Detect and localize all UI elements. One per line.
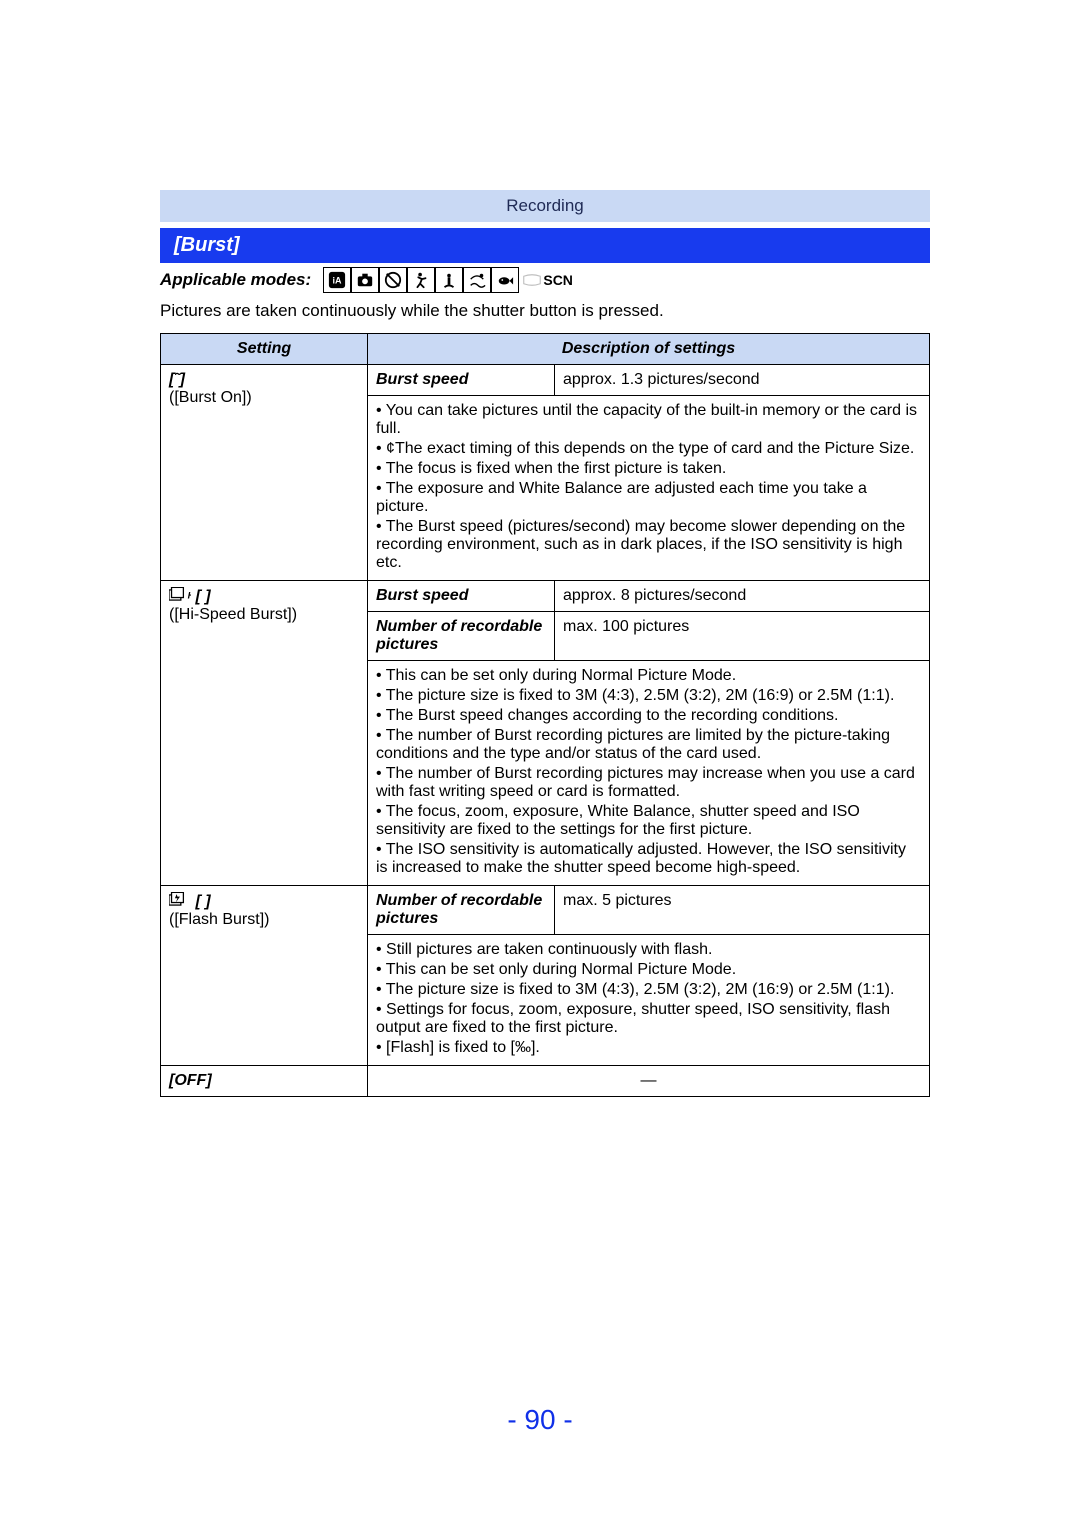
hispeed-sub: ([Hi-Speed Burst]): [169, 606, 297, 623]
burst-speed-value: approx. 1.3 pictures/second: [555, 365, 930, 396]
table-row: [˜] ([Burst On]) Burst speed approx. 1.3…: [161, 365, 930, 396]
table-row: [OFF] —: [161, 1066, 930, 1097]
hispeed-speed-value: approx. 8 pictures/second: [555, 581, 930, 612]
flashburst-count-value: max. 5 pictures: [555, 886, 930, 935]
flashburst-notes: • Still pictures are taken continuously …: [368, 935, 930, 1066]
flashburst-sub: ([Flash Burst]): [169, 911, 269, 928]
page-title: [Burst]: [160, 228, 930, 263]
table-row: [ ] ([Flash Burst]) Number of recordable…: [161, 886, 930, 935]
beach-icon: [463, 267, 491, 293]
col-description: Description of settings: [368, 334, 930, 365]
applicable-modes-row: Applicable modes: iA: [160, 267, 930, 293]
intro-text: Pictures are taken continuously while th…: [160, 301, 930, 321]
intelligent-auto-icon: iA: [323, 267, 351, 293]
mode-icon-strip: iA SCN: [323, 267, 571, 293]
hispeed-count-value: max. 100 pictures: [555, 612, 930, 661]
svg-text:iA: iA: [333, 276, 343, 286]
col-setting: Setting: [161, 334, 368, 365]
section-header: Recording: [160, 190, 930, 222]
normal-picture-icon: [351, 267, 379, 293]
flashburst-count-label: Number of recordable pictures: [368, 886, 555, 935]
svg-text:H: H: [188, 590, 191, 600]
burst-settings-table: Setting Description of settings [˜] ([Bu…: [160, 333, 930, 1097]
sports-icon: [407, 267, 435, 293]
flashburst-label: [ ]: [195, 893, 210, 910]
applicable-modes-label: Applicable modes:: [160, 270, 311, 290]
off-value: —: [368, 1066, 930, 1097]
hispeed-speed-label: Burst speed: [368, 581, 555, 612]
hispeed-icon: H: [169, 588, 195, 605]
hispeed-count-label: Number of recordable pictures: [368, 612, 555, 661]
panorama-icon: [519, 268, 545, 292]
flashburst-icon: [169, 893, 195, 910]
burst-on-sub: ([Burst On]): [169, 389, 252, 406]
underwater-icon: [491, 267, 519, 293]
burst-on-notes: • You can take pictures until the capaci…: [368, 396, 930, 581]
snow-icon: [435, 267, 463, 293]
off-label: [OFF]: [161, 1066, 368, 1097]
burst-speed-label: Burst speed: [368, 365, 555, 396]
hispeed-label: [ ]: [195, 588, 210, 605]
burst-on-label: [˜]: [169, 371, 185, 388]
table-row: H [ ] ([Hi-Speed Burst]) Burst speed app…: [161, 581, 930, 612]
creative-control-icon: [379, 267, 407, 293]
scene-mode-icon: SCN: [545, 268, 571, 292]
hispeed-notes: • This can be set only during Normal Pic…: [368, 661, 930, 886]
page-number: - 90 -: [0, 1404, 1080, 1436]
